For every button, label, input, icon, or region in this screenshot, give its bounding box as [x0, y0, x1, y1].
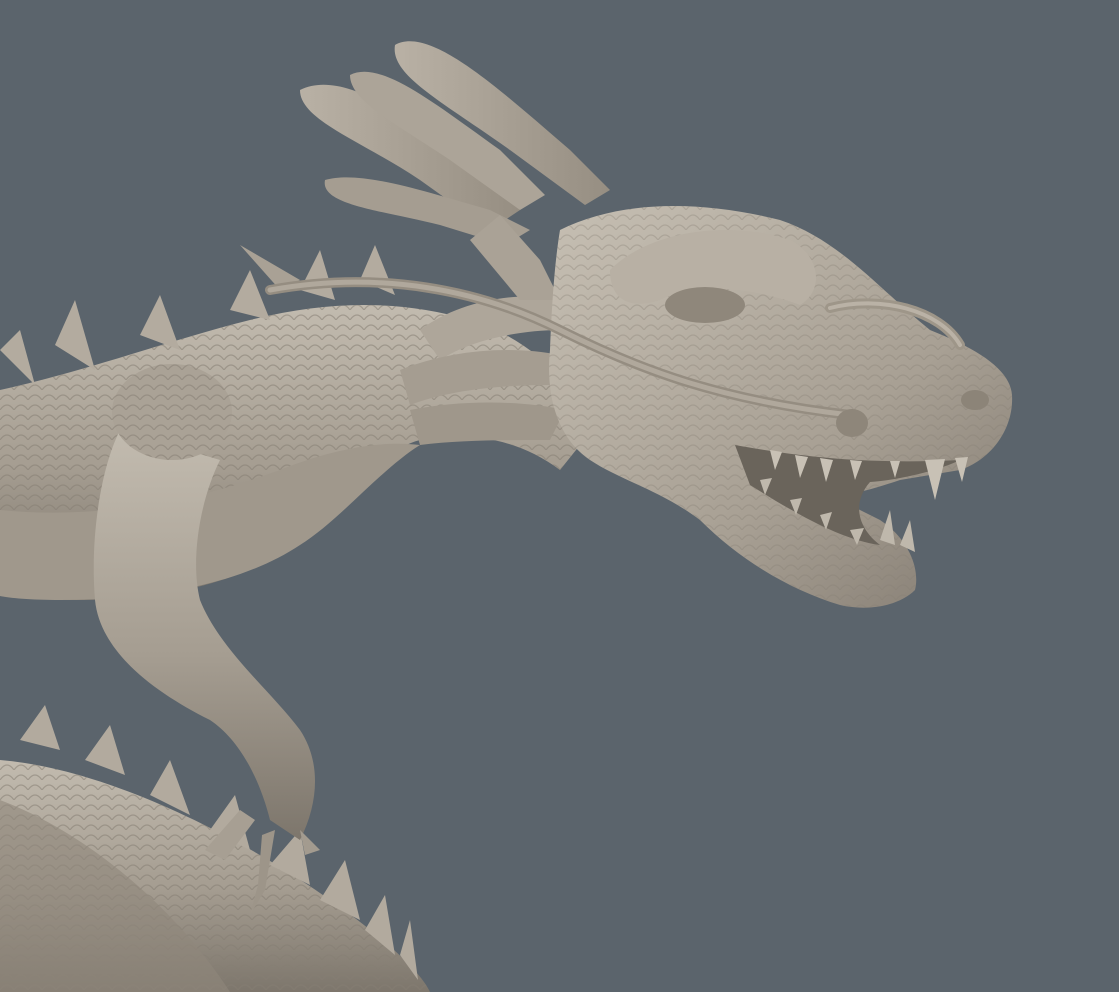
dragon-mane [400, 215, 570, 445]
dragon-horns [300, 41, 610, 245]
eye [665, 287, 745, 323]
render-viewport[interactable] [0, 0, 1119, 992]
dragon-render [0, 41, 1013, 992]
